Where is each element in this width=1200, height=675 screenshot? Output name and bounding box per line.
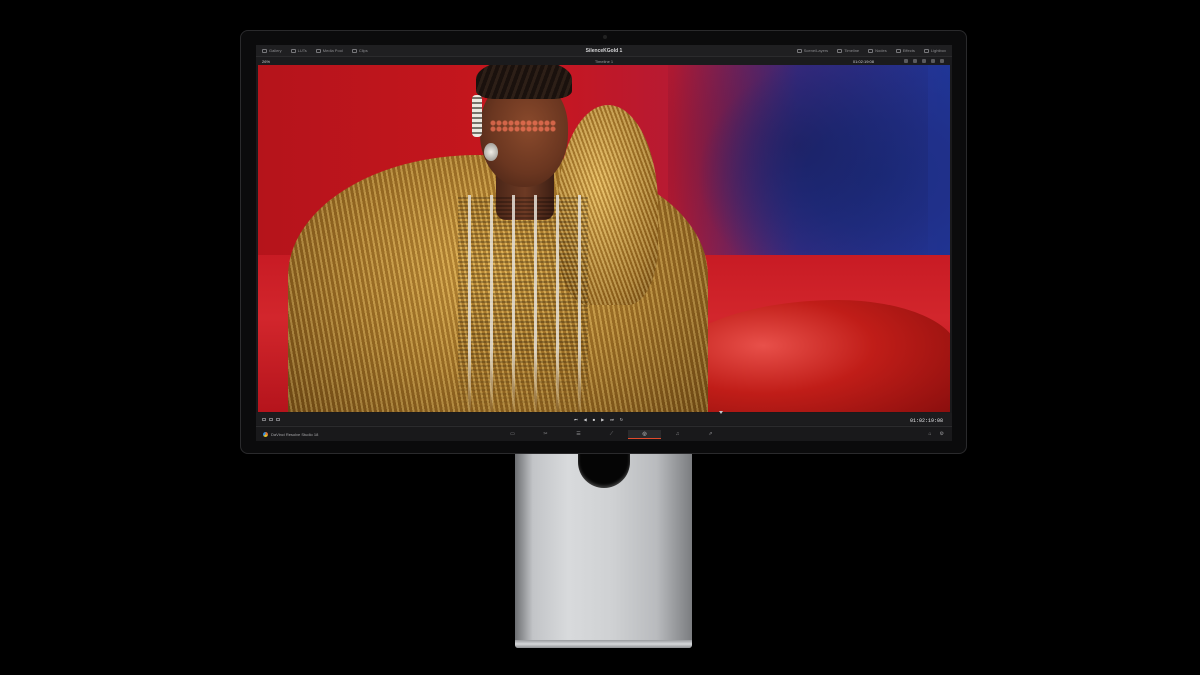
reverse-button[interactable]: ◀ bbox=[584, 417, 587, 422]
titlebar-right-group: Scene/Layers Timeline Nodes Effects Ligh… bbox=[796, 48, 946, 53]
app-brand: DaVinci Resolve Studio 18 bbox=[263, 432, 318, 437]
timeline-label: Timeline bbox=[844, 48, 860, 53]
screen: Gallery LUTs Media Pool Clips SilenceKGo… bbox=[256, 45, 952, 441]
settings-icon[interactable]: ⚙ bbox=[940, 431, 944, 437]
lightbox-icon bbox=[923, 48, 929, 53]
nodes-button[interactable]: Nodes bbox=[868, 48, 887, 53]
beaded-chains bbox=[458, 195, 588, 412]
viewer-tools bbox=[904, 59, 944, 63]
backdrop-shadow bbox=[668, 65, 928, 265]
timeline-icon bbox=[837, 48, 843, 53]
highlight-icon[interactable] bbox=[922, 59, 926, 63]
loop-button[interactable]: ↻ bbox=[620, 417, 623, 422]
deliver-page-icon[interactable]: ⇗ bbox=[694, 430, 727, 438]
stop-button[interactable]: ■ bbox=[593, 417, 595, 422]
lightbox-label: Lightbox bbox=[930, 48, 946, 53]
layers-icon bbox=[796, 48, 802, 53]
nodes-label: Nodes bbox=[875, 48, 887, 53]
title-bar: Gallery LUTs Media Pool Clips SilenceKGo… bbox=[256, 45, 952, 57]
color-page-icon[interactable]: ◎ bbox=[628, 430, 661, 439]
audio-icon[interactable] bbox=[269, 418, 273, 421]
timeline-selector[interactable]: Timeline 1 bbox=[256, 59, 952, 64]
resolve-logo-icon bbox=[263, 432, 268, 437]
viewer-options bbox=[262, 418, 280, 421]
page-bar: DaVinci Resolve Studio 18 ▭ ✂ ☰ ⟋ ◎ ♫ ⇗ … bbox=[256, 426, 952, 441]
viewer-timecode: 01:02:19:08 bbox=[852, 59, 874, 64]
timeline-button[interactable]: Timeline bbox=[837, 48, 859, 53]
go-to-end-button[interactable]: ⏭ bbox=[610, 417, 614, 422]
hair-jewelry bbox=[472, 95, 482, 137]
fusion-page-icon[interactable]: ⟋ bbox=[595, 430, 628, 438]
edit-page-icon[interactable]: ☰ bbox=[562, 430, 595, 438]
viewer-mode-icon[interactable] bbox=[262, 418, 266, 421]
effects-icon bbox=[895, 48, 901, 53]
page-tabs: ▭ ✂ ☰ ⟋ ◎ ♫ ⇗ bbox=[496, 430, 727, 439]
app-name: DaVinci Resolve Studio 18 bbox=[271, 432, 319, 437]
camera-icon bbox=[603, 35, 607, 39]
home-icon[interactable]: ⌂ bbox=[928, 431, 931, 437]
wipe-icon[interactable] bbox=[904, 59, 908, 63]
subject-hair bbox=[476, 65, 572, 99]
pagebar-right: ⌂ ⚙ bbox=[928, 431, 944, 437]
playback-controls: ⏮ ◀ ■ ▶ ⏭ ↻ bbox=[574, 417, 623, 422]
playhead-marker[interactable] bbox=[719, 411, 723, 414]
fairlight-page-icon[interactable]: ♫ bbox=[661, 430, 694, 438]
layers-button[interactable]: Scene/Layers bbox=[796, 48, 829, 53]
lightbox-button[interactable]: Lightbox bbox=[923, 48, 946, 53]
speaker-icon[interactable] bbox=[276, 418, 280, 421]
viewer-image[interactable] bbox=[258, 65, 950, 412]
transport-timecode: 01:02:19:08 bbox=[909, 418, 943, 424]
play-button[interactable]: ▶ bbox=[601, 417, 604, 422]
glitter-makeup bbox=[490, 120, 556, 132]
more-options-icon[interactable] bbox=[940, 59, 944, 63]
transport-bar: ⏮ ◀ ■ ▶ ⏭ ↻ 01:02:19:08 bbox=[256, 411, 952, 425]
earring bbox=[484, 143, 498, 161]
nodes-icon bbox=[868, 48, 874, 53]
cinema-mode-icon[interactable] bbox=[931, 59, 935, 63]
media-page-icon[interactable]: ▭ bbox=[496, 430, 529, 438]
effects-label: Effects bbox=[902, 48, 915, 53]
layers-label: Scene/Layers bbox=[803, 48, 829, 53]
cut-page-icon[interactable]: ✂ bbox=[529, 430, 562, 438]
split-screen-icon[interactable] bbox=[913, 59, 917, 63]
effects-button[interactable]: Effects bbox=[895, 48, 915, 53]
go-to-start-button[interactable]: ⏮ bbox=[574, 417, 578, 422]
viewer-toolbar: 26% Timeline 1 01:02:19:08 bbox=[256, 57, 952, 65]
